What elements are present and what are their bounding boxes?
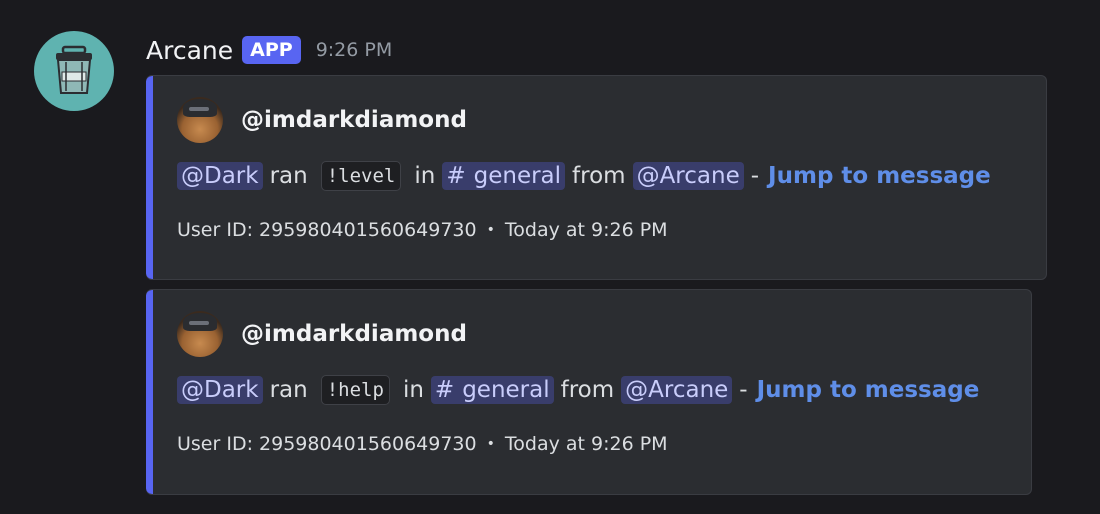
footer-bullet: • — [486, 222, 495, 238]
text-in: in — [414, 163, 436, 189]
hash-icon: # — [446, 163, 466, 189]
footer-user-id: User ID: 295980401560649730 — [177, 433, 477, 455]
bot-username[interactable]: Arcane — [146, 36, 233, 65]
text-from: from — [572, 163, 626, 189]
user-mention[interactable]: @Dark — [177, 376, 263, 404]
embed-author-name[interactable]: @imdarkdiamond — [241, 107, 467, 133]
footer-timestamp: Today at 9:26 PM — [504, 433, 668, 455]
embed-footer: User ID: 295980401560649730 • Today at 9… — [177, 219, 668, 241]
bucket-icon — [56, 45, 92, 94]
message-timestamp: 9:26 PM — [315, 39, 393, 61]
embed-author: @imdarkdiamond — [177, 97, 467, 143]
embed-footer: User ID: 295980401560649730 • Today at 9… — [177, 433, 668, 455]
bot-avatar[interactable] — [34, 31, 114, 111]
user-avatar[interactable] — [177, 311, 223, 357]
jump-to-message-link[interactable]: Jump to message — [768, 163, 991, 189]
text-ran: ran — [269, 163, 308, 189]
text-dash: - — [750, 163, 760, 189]
bot-mention[interactable]: @Arcane — [621, 376, 733, 404]
text-ran: ran — [269, 377, 308, 403]
footer-user-id: User ID: 295980401560649730 — [177, 219, 477, 241]
bot-mention[interactable]: @Arcane — [632, 162, 744, 190]
text-dash: - — [739, 377, 748, 403]
channel-mention[interactable]: # general — [430, 376, 554, 404]
embed-author: @imdarkdiamond — [177, 311, 467, 357]
embed-author-name[interactable]: @imdarkdiamond — [241, 321, 467, 347]
jump-to-message-link[interactable]: Jump to message — [757, 377, 980, 403]
channel-mention[interactable]: # general — [442, 162, 566, 190]
embed-card: @imdarkdiamond @Dark ran !help in # gener… — [146, 289, 1032, 495]
embed-card: @imdarkdiamond @Dark ran !level in # gene… — [146, 75, 1047, 280]
channel-name: general — [473, 163, 562, 189]
footer-timestamp: Today at 9:26 PM — [504, 219, 668, 241]
embed-description: @Dark ran !help in # general from @Arcane… — [177, 375, 979, 405]
message-header: Arcane APP 9:26 PM — [146, 30, 392, 70]
footer-bullet: • — [486, 436, 495, 452]
command-code: !level — [320, 161, 402, 191]
user-mention[interactable]: @Dark — [177, 162, 263, 190]
chat-message: Arcane APP 9:26 PM @imdarkdiamond @Dark … — [0, 0, 1100, 514]
hash-icon: # — [434, 377, 455, 403]
app-badge: APP — [242, 36, 301, 64]
command-code: !help — [320, 375, 390, 405]
text-from: from — [560, 377, 615, 403]
channel-name: general — [462, 377, 550, 403]
text-in: in — [402, 377, 424, 403]
embed-description: @Dark ran !level in # general from @Arcan… — [177, 161, 991, 191]
user-avatar[interactable] — [177, 97, 223, 143]
